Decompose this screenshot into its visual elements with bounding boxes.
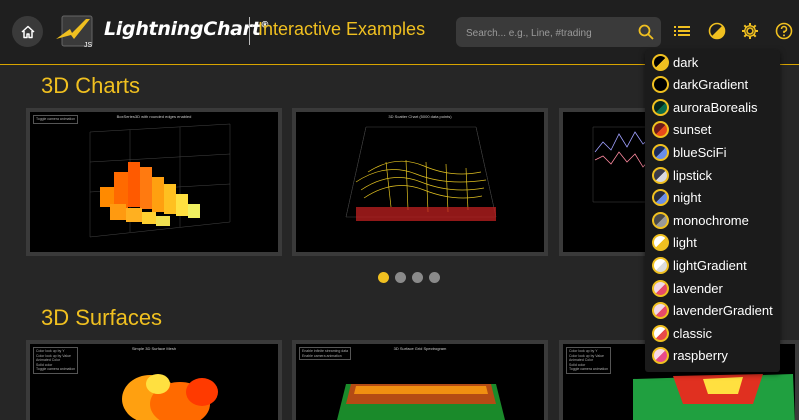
scatter-3d-thumbnail [345,126,497,221]
theme-option-light[interactable]: light [652,232,697,254]
legend-entry: Toggle camera animation [36,117,76,121]
example-thumbnail: 3D Surface Grid Spectrogram Enable infin… [296,344,544,420]
theme-option-label: light [673,235,697,251]
theme-swatch-icon [652,256,669,274]
search-input[interactable] [464,17,633,49]
theme-swatch-icon [652,121,669,139]
theme-swatch-icon [652,98,669,116]
legend-entry: Toggle camera animation [36,367,76,371]
theme-option-lightGradient[interactable]: lightGradient [652,254,747,276]
theme-button[interactable] [706,20,728,42]
theme-option-lipstick[interactable]: lipstick [652,164,712,186]
search-icon[interactable] [637,23,655,41]
theme-swatch-icon [652,234,669,252]
theme-option-label: blueSciFi [673,144,727,160]
carousel-dot[interactable] [429,272,440,283]
theme-option-label: raspberry [673,348,728,364]
box-series-3d-thumbnail [89,123,231,238]
theme-swatch-icon [652,143,669,161]
theme-swatch-icon [652,279,669,297]
section-title-3d-surfaces: 3D Surfaces [41,305,163,330]
example-card[interactable]: 3D Scatter Chart (5000 data points) [292,108,548,256]
theme-option-lavender[interactable]: lavender [652,277,723,299]
help-button[interactable] [773,20,795,42]
brand-name: LightningChart® [104,18,270,40]
theme-option-label: lightGradient [673,257,747,273]
theme-option-sunset[interactable]: sunset [652,119,711,141]
help-icon [775,22,793,40]
carousel-dots [378,272,440,283]
theme-swatch-icon [652,76,669,94]
theme-option-label: darkGradient [673,77,749,93]
theme-option-auroraBorealis[interactable]: auroraBorealis [652,96,758,118]
brand-text: LightningChart [104,18,261,40]
theme-swatch-icon [652,324,669,342]
theme-option-label: lipstick [673,167,713,183]
theme-menu: dark darkGradient auroraBorealis sunset blue… [645,50,780,372]
theme-option-dark[interactable]: dark [652,51,698,73]
example-card[interactable] [559,108,659,256]
theme-option-night[interactable]: night [652,187,701,209]
thumbnail-legend: Color look up by Y Color look up by Valu… [33,347,79,374]
list-view-button[interactable] [671,20,693,42]
carousel-dot[interactable] [412,272,423,283]
example-thumbnail [563,112,655,252]
theme-swatch-icon [652,347,669,365]
theme-option-label: dark [673,54,699,70]
theme-option-label: monochrome [673,212,749,228]
list-icon [674,26,690,36]
example-card[interactable]: 3D Surface Grid Spectrogram Enable infin… [292,340,548,420]
theme-option-label: auroraBorealis [673,99,758,115]
line-3d-thumbnail [592,126,654,203]
theme-option-label: classic [673,325,713,341]
theme-swatch-icon [652,53,669,71]
thumbnail-title: 3D Scatter Chart (5000 data points) [388,114,452,119]
home-button[interactable] [12,16,43,47]
lightningchart-logo[interactable]: JS [56,13,98,49]
theme-option-label: lavenderGradient [673,303,773,319]
example-card[interactable]: Simple 3D Surface Mesh Color look up by … [26,340,282,420]
legend-entry: Enable infinite streaming data [302,349,349,353]
theme-icon [708,22,726,40]
thumbnail-legend: Toggle camera animation [33,115,79,124]
page-subtitle: Interactive Examples [258,19,426,39]
theme-swatch-icon [652,189,669,207]
theme-option-monochrome[interactable]: monochrome [652,209,749,231]
thumbnail-legend: Color look up by Y Color look up by Valu… [566,347,612,374]
legend-entry: Toggle camera animation [569,367,609,371]
theme-option-label: night [673,190,702,206]
theme-option-classic[interactable]: classic [652,322,712,344]
thumbnail-legend: Enable infinite streaming data Enable ca… [299,347,352,360]
example-card[interactable]: BoxSeries3D with rounded edges enabled T… [26,108,282,256]
logo-sub-label: JS [84,42,93,49]
theme-swatch-icon [652,166,669,184]
search-box[interactable] [456,17,661,49]
theme-option-blueSciFi[interactable]: blueSciFi [652,141,726,163]
theme-option-label: lavender [673,280,723,296]
section-title-3d-charts: 3D Charts [41,73,141,98]
example-thumbnail: 3D Scatter Chart (5000 data points) [296,112,544,252]
theme-option-raspberry[interactable]: raspberry [652,345,728,367]
gear-icon [742,23,758,39]
settings-button[interactable] [739,20,761,42]
theme-option-lavenderGradient[interactable]: lavenderGradient [652,300,773,322]
example-thumbnail: Simple 3D Surface Mesh Color look up by … [30,344,278,420]
theme-swatch-icon [652,211,669,229]
theme-option-label: sunset [673,122,712,138]
home-icon [20,25,35,38]
legend-entry: Enable camera animation [302,353,342,358]
theme-swatch-icon [652,302,669,320]
carousel-dot[interactable] [378,272,389,283]
theme-option-darkGradient[interactable]: darkGradient [652,74,748,96]
brand-divider [249,17,250,45]
carousel-dot[interactable] [395,272,406,283]
example-thumbnail: BoxSeries3D with rounded edges enabled T… [30,112,278,252]
